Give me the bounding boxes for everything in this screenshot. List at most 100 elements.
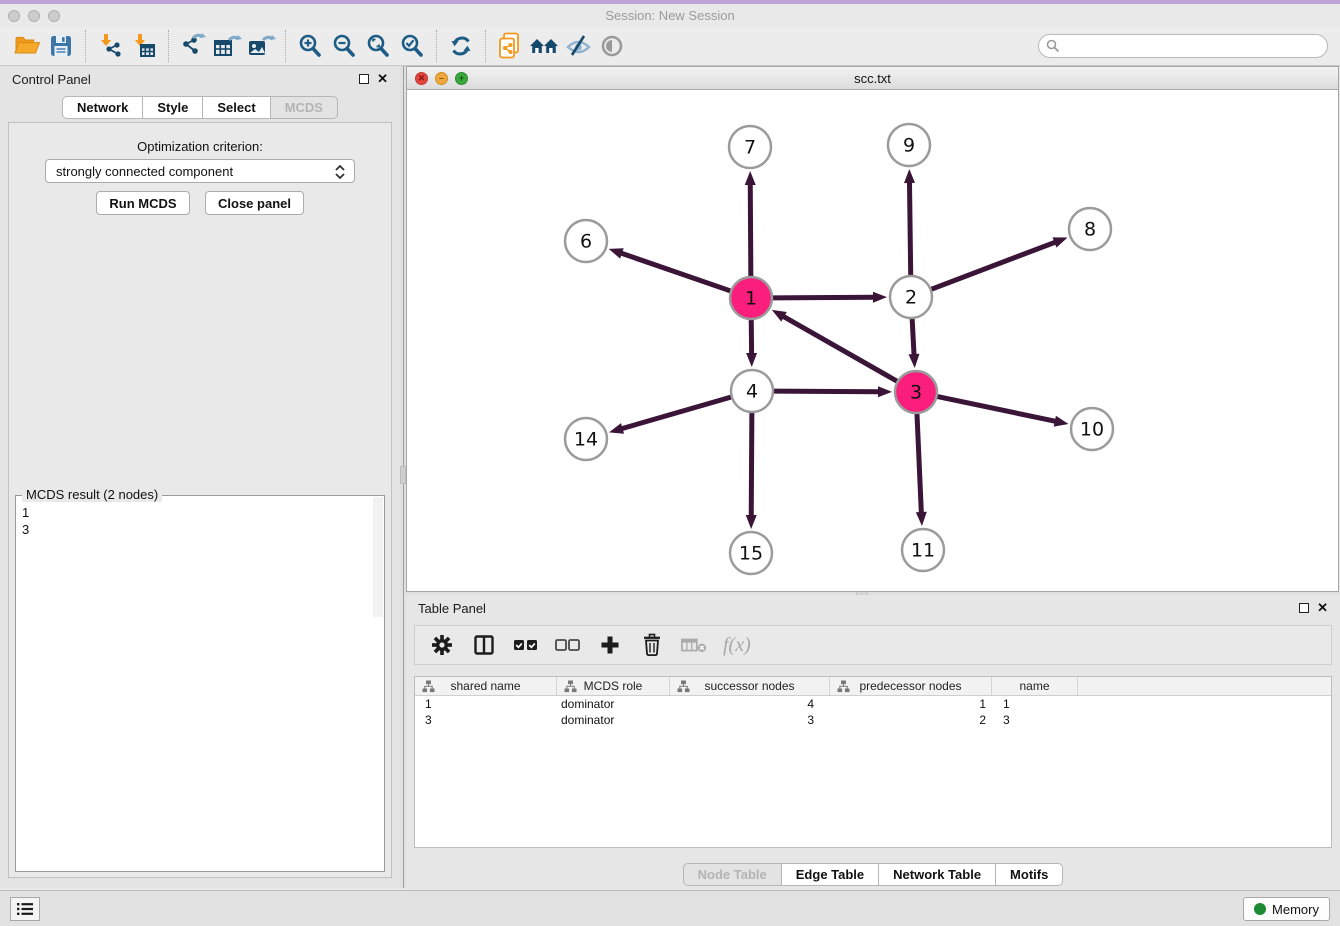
zoom-out-button[interactable] — [327, 30, 361, 62]
graph-edge-2-9[interactable] — [909, 181, 910, 275]
run-mcds-button[interactable]: Run MCDS — [96, 191, 190, 215]
cell-name[interactable]: 3 — [992, 712, 1078, 728]
show-all-button[interactable] — [595, 30, 629, 62]
graph-edge-4-3[interactable] — [774, 391, 880, 392]
import-network-button[interactable] — [93, 30, 127, 62]
export-network-button[interactable] — [176, 30, 210, 62]
criterion-dropdown[interactable]: strongly connected component — [45, 159, 355, 183]
table-row[interactable]: 3 dominator 3 2 3 — [415, 712, 1331, 728]
graph-node-8[interactable]: 8 — [1069, 208, 1111, 250]
cell-predecessor-nodes[interactable]: 2 — [830, 712, 992, 728]
column-header-mcds-role[interactable]: MCDS role — [557, 677, 670, 695]
graph-node-9[interactable]: 9 — [888, 124, 930, 166]
graph-edge-2-8[interactable] — [932, 242, 1057, 289]
import-table-button[interactable] — [127, 30, 161, 62]
graph-node-4[interactable]: 4 — [731, 370, 773, 412]
cell-mcds-role[interactable]: dominator — [557, 696, 670, 712]
tab-mcds[interactable]: MCDS — [271, 96, 338, 119]
column-header-name[interactable]: name — [992, 677, 1078, 695]
close-panel-button[interactable]: Close panel — [205, 191, 304, 215]
add-column-button[interactable] — [597, 632, 623, 658]
memory-button[interactable]: Memory — [1243, 897, 1330, 921]
column-header-shared-name[interactable]: shared name — [415, 677, 557, 695]
search-input[interactable] — [1038, 34, 1328, 58]
graph-edge-3-10[interactable] — [938, 397, 1057, 422]
unchecked-boxes-icon — [555, 636, 581, 654]
column-layout-button[interactable] — [471, 632, 497, 658]
graph-node-3[interactable]: 3 — [895, 371, 937, 413]
function-builder-button[interactable]: f(x) — [723, 634, 751, 657]
network-graph-canvas[interactable]: 1 2 3 4 6 7 8 9 10 11 14 15 — [407, 90, 1338, 591]
graph-edge-3-1[interactable] — [782, 316, 897, 381]
hierarchy-icon — [564, 680, 577, 693]
float-panel-icon[interactable] — [359, 74, 369, 84]
memory-label: Memory — [1272, 902, 1319, 917]
graph-node-1[interactable]: 1 — [730, 277, 772, 319]
table-panel: Table Panel ✕ — [406, 595, 1340, 890]
tab-node-table[interactable]: Node Table — [683, 863, 782, 886]
cell-predecessor-nodes[interactable]: 1 — [830, 696, 992, 712]
graph-node-label: 1 — [745, 288, 757, 310]
graph-edge-1-7[interactable] — [750, 183, 751, 276]
graph-node-7[interactable]: 7 — [729, 126, 771, 168]
cell-mcds-role[interactable]: dominator — [557, 712, 670, 728]
zoom-fit-button[interactable] — [361, 30, 395, 62]
close-panel-icon[interactable]: ✕ — [377, 74, 388, 84]
task-history-button[interactable] — [10, 897, 40, 921]
result-scrollbar[interactable] — [373, 497, 383, 617]
hierarchy-icon — [837, 680, 850, 693]
select-all-button[interactable] — [513, 632, 539, 658]
network-view-window: ✕ – + scc.txt 1234678910111415 — [406, 66, 1339, 592]
cell-shared-name[interactable]: 1 — [415, 696, 557, 712]
graph-edge-3-11[interactable] — [917, 414, 921, 514]
duplicate-network-button[interactable] — [493, 30, 527, 62]
float-table-panel-icon[interactable] — [1299, 603, 1309, 613]
zoom-in-button[interactable] — [293, 30, 327, 62]
column-header-successor-nodes[interactable]: successor nodes — [670, 677, 830, 695]
plus-icon — [599, 634, 621, 656]
graph-edge-4-15[interactable] — [751, 413, 752, 517]
first-neighbors-button[interactable] — [527, 30, 561, 62]
table-row[interactable]: 1 dominator 4 1 1 — [415, 696, 1331, 712]
hide-selected-button[interactable] — [561, 30, 595, 62]
graph-edge-2-3[interactable] — [912, 319, 914, 356]
deselect-all-button[interactable] — [555, 632, 581, 658]
tab-motifs[interactable]: Motifs — [996, 863, 1063, 886]
graph-node-10[interactable]: 10 — [1071, 408, 1113, 450]
refresh-layout-button[interactable] — [444, 30, 478, 62]
tab-network[interactable]: Network — [62, 96, 143, 119]
export-table-button[interactable] — [210, 30, 244, 62]
table-settings-button[interactable] — [429, 632, 455, 658]
save-session-button[interactable] — [44, 30, 78, 62]
mcds-result-title: MCDS result (2 nodes) — [22, 487, 162, 502]
control-panel-tabs: Network Style Select MCDS — [0, 96, 400, 119]
graph-node-2[interactable]: 2 — [890, 276, 932, 318]
control-panel-titlebar: Control Panel ✕ — [0, 66, 400, 92]
export-image-button[interactable] — [244, 30, 278, 62]
delete-column-button[interactable] — [639, 632, 665, 658]
tab-style[interactable]: Style — [143, 96, 203, 119]
graph-node-label: 3 — [910, 382, 922, 404]
graph-node-15[interactable]: 15 — [730, 532, 772, 574]
graph-node-6[interactable]: 6 — [565, 220, 607, 262]
open-session-button[interactable] — [10, 30, 44, 62]
cell-successor-nodes[interactable]: 4 — [670, 696, 830, 712]
close-table-panel-icon[interactable]: ✕ — [1317, 603, 1328, 613]
graph-node-label: 11 — [911, 540, 935, 562]
list-icon — [16, 901, 34, 917]
cell-name[interactable]: 1 — [992, 696, 1078, 712]
cell-successor-nodes[interactable]: 3 — [670, 712, 830, 728]
graph-node-14[interactable]: 14 — [565, 418, 607, 460]
graph-node-11[interactable]: 11 — [902, 529, 944, 571]
graph-edge-1-6[interactable] — [620, 253, 730, 291]
tab-network-table[interactable]: Network Table — [879, 863, 996, 886]
tab-edge-table[interactable]: Edge Table — [782, 863, 879, 886]
graph-edge-4-14[interactable] — [621, 397, 731, 429]
delete-table-button[interactable] — [681, 632, 707, 658]
cell-shared-name[interactable]: 3 — [415, 712, 557, 728]
graph-edge-1-2[interactable] — [773, 297, 875, 298]
tab-select[interactable]: Select — [203, 96, 270, 119]
graph-node-label: 15 — [739, 543, 763, 565]
column-header-predecessor-nodes[interactable]: predecessor nodes — [830, 677, 992, 695]
zoom-selected-button[interactable] — [395, 30, 429, 62]
